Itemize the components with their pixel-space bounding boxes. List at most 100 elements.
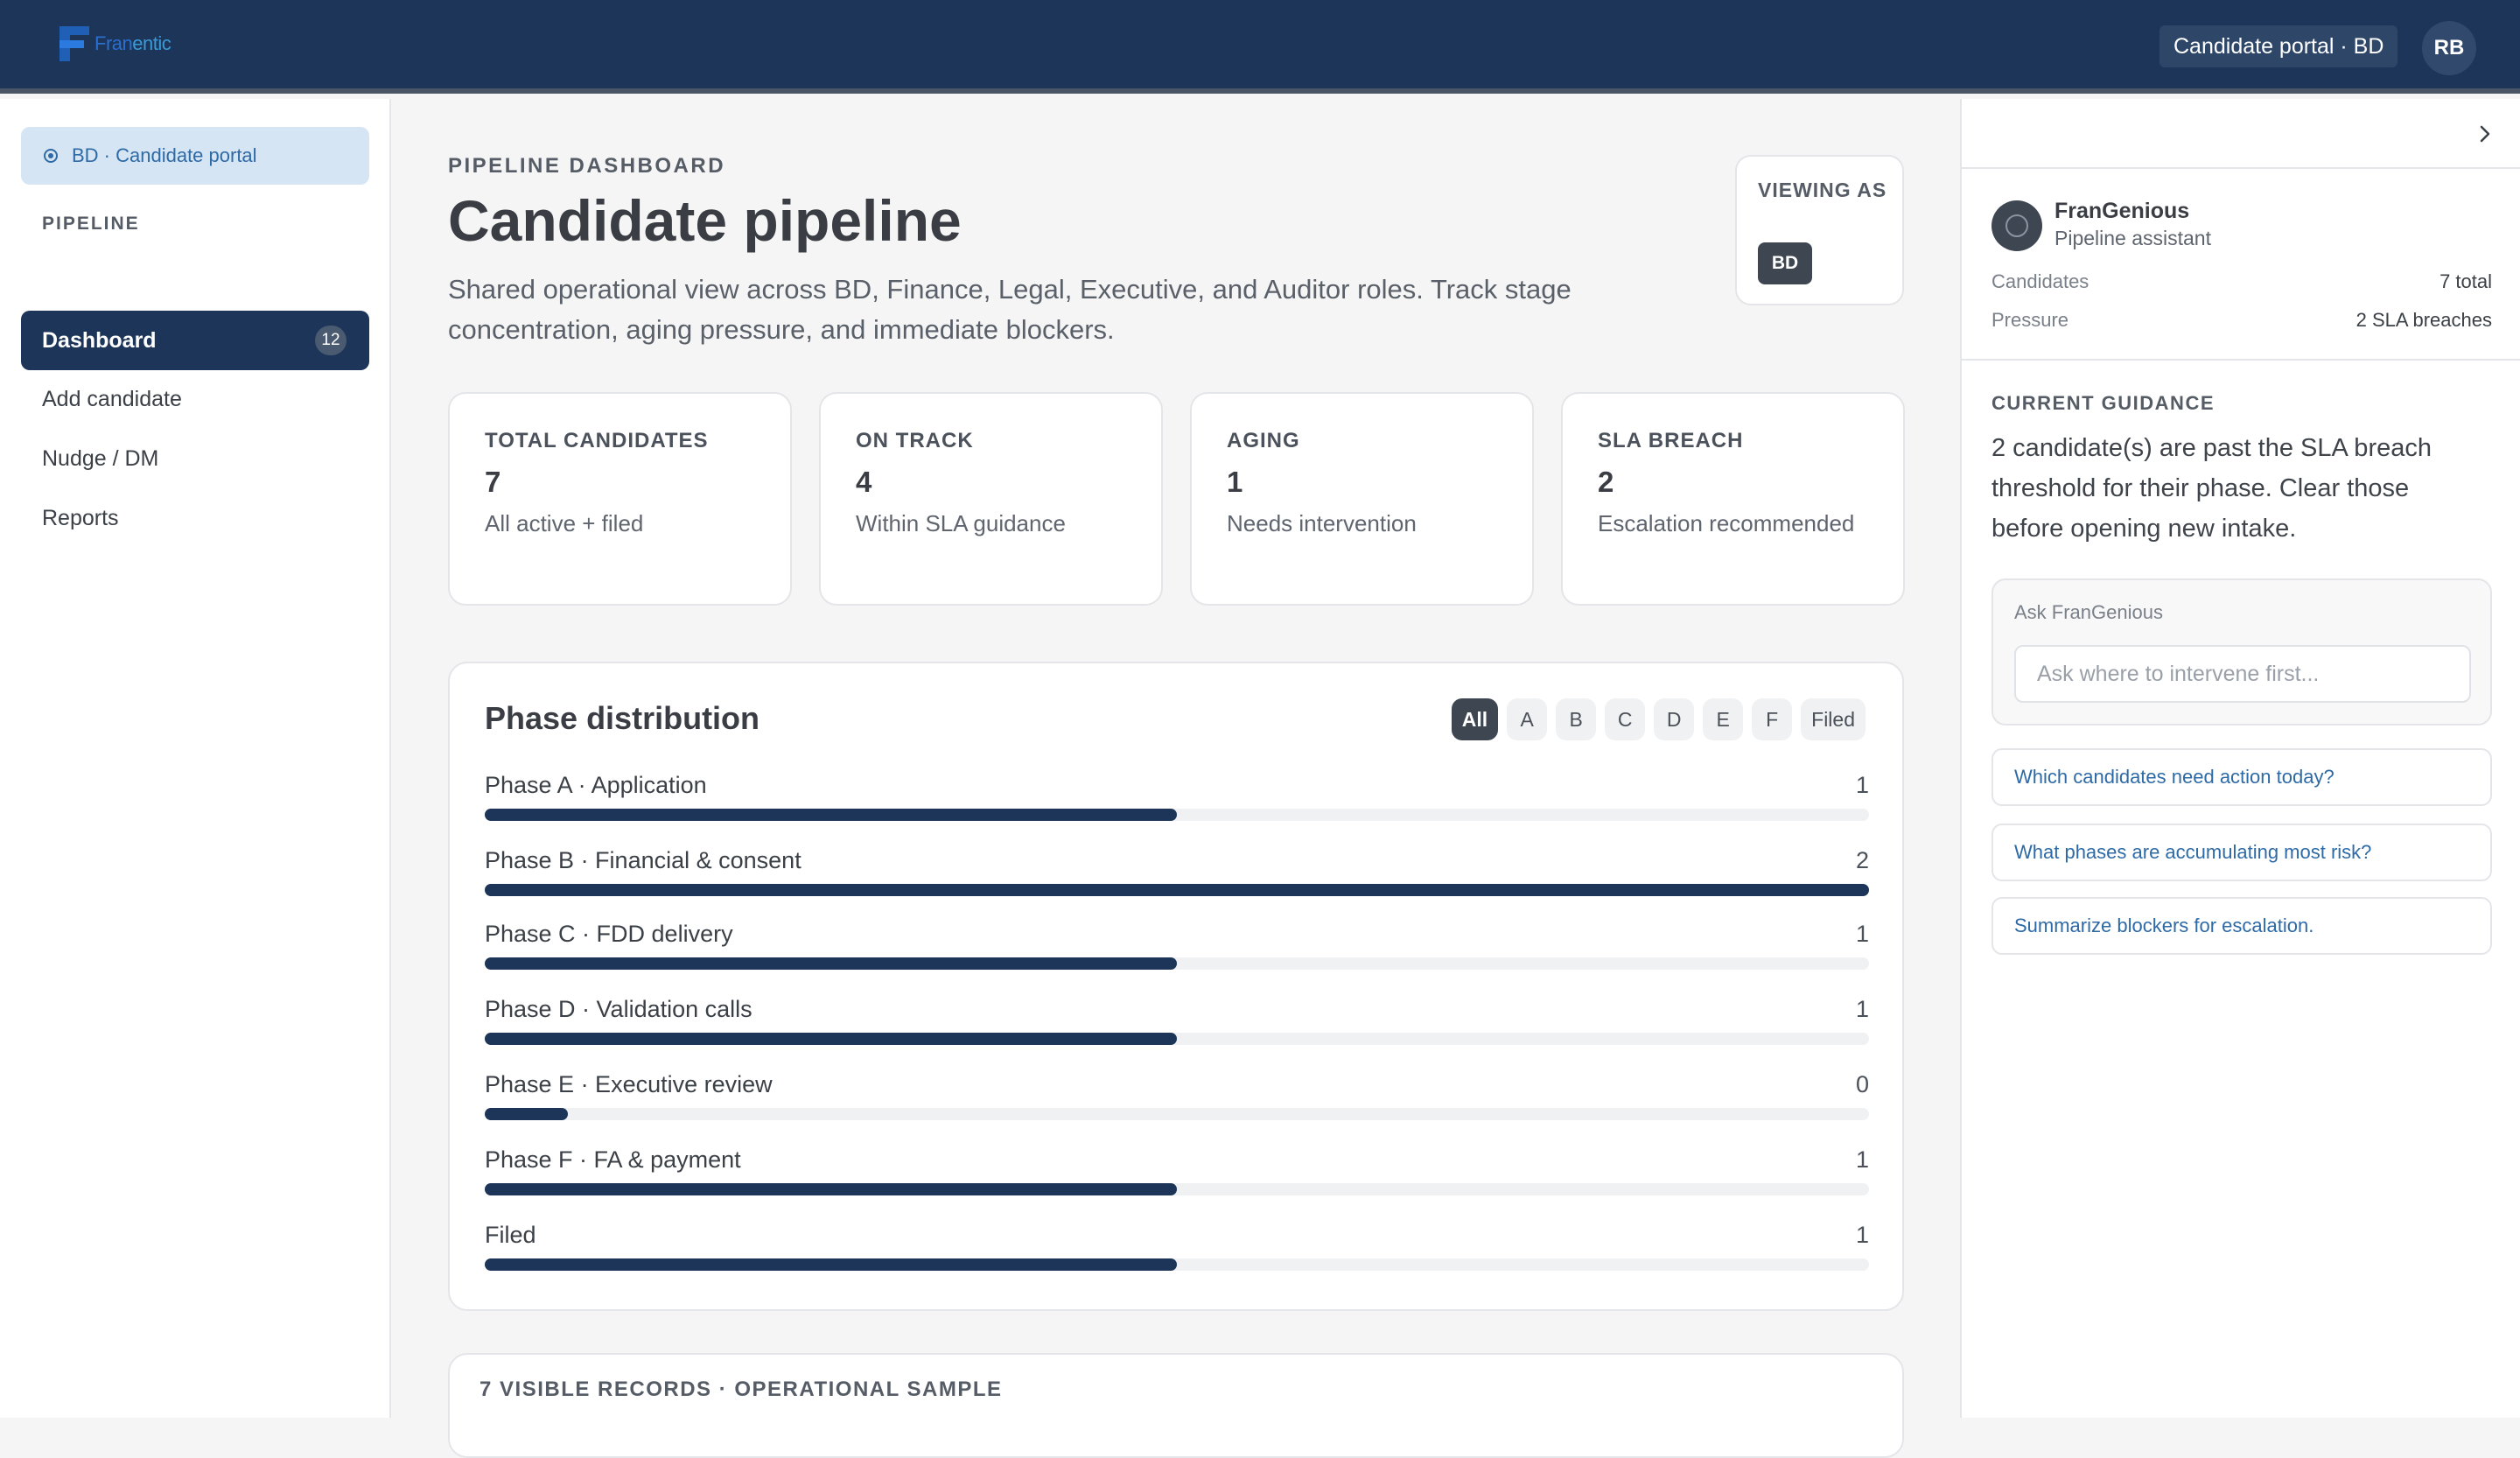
phase-count: 1 — [1855, 772, 1869, 798]
summary-key: Candidates — [1992, 270, 2090, 292]
stat-card-on-track: ON TRACK 4 Within SLA guidance — [819, 392, 1163, 606]
phase-row-c: Phase C · FDD delivery 1 — [485, 921, 1869, 973]
phase-bar-fill — [485, 884, 1869, 896]
guidance-label: CURRENT GUIDANCE — [1992, 392, 2215, 414]
portal-pill[interactable]: BD · Candidate portal — [21, 127, 369, 185]
stat-value: 2 — [1598, 466, 1614, 498]
assistant-name: FranGenious — [2054, 199, 2190, 223]
page-title: Candidate pipeline — [448, 188, 962, 253]
phase-name: Phase B · Financial & consent — [485, 847, 802, 873]
phase-bar-fill — [485, 809, 1177, 821]
suggestion-button[interactable]: Which candidates need action today? — [1992, 748, 2492, 806]
sidebar-item-nudge-dm[interactable]: Nudge / DM — [21, 429, 369, 488]
portal-switcher[interactable]: Candidate portal · BD — [2160, 25, 2398, 67]
guidance-text: 2 candidate(s) are past the SLA breach t… — [1992, 434, 2432, 543]
sidebar-item-label: Dashboard — [42, 328, 157, 353]
phase-distribution-card: Phase distribution All A B C D E F Filed… — [448, 662, 1904, 1311]
sidebar-item-dashboard[interactable]: Dashboard 12 — [21, 311, 369, 370]
ask-box: Ask FranGenious — [1992, 578, 2492, 725]
sidebar-item-label: Reports — [42, 506, 119, 530]
phase-row-filed: Filed 1 — [485, 1222, 1869, 1274]
stat-card-aging: AGING 1 Needs intervention — [1190, 392, 1534, 606]
phase-name: Phase A · Application — [485, 772, 707, 798]
brand-logo[interactable]: Franentic — [60, 26, 172, 61]
sidebar-item-add-candidate[interactable]: Add candidate — [21, 369, 369, 429]
summary-value: 7 total — [2440, 270, 2492, 292]
phase-row-b: Phase B · Financial & consent 2 — [485, 847, 1869, 900]
phase-bar-track — [485, 884, 1869, 896]
phase-bar-track — [485, 957, 1869, 970]
records-card: 7 VISIBLE RECORDS · OPERATIONAL SAMPLE — [448, 1353, 1904, 1458]
stat-card-total: TOTAL CANDIDATES 7 All active + filed — [448, 392, 792, 606]
filter-chip-b[interactable]: B — [1556, 698, 1597, 740]
assistant-avatar-icon — [1992, 200, 2042, 251]
phase-count: 1 — [1855, 1222, 1869, 1248]
stat-subtext: Needs intervention — [1227, 510, 1417, 536]
assistant-role: Pipeline assistant — [2054, 227, 2211, 249]
ask-input[interactable] — [2014, 645, 2471, 703]
stat-value: 1 — [1227, 466, 1243, 498]
viewing-as-label: VIEWING AS — [1758, 179, 1887, 201]
records-label: 7 VISIBLE RECORDS · OPERATIONAL SAMPLE — [480, 1377, 1003, 1401]
suggestion-button[interactable]: What phases are accumulating most risk? — [1992, 824, 2492, 881]
phase-count: 2 — [1855, 847, 1869, 873]
assistant-panel: FranGenious Pipeline assistant Candidate… — [1960, 99, 2520, 1418]
sidebar-item-label: Nudge / DM — [42, 446, 159, 471]
stat-label: AGING — [1227, 429, 1300, 452]
phase-name: Phase F · FA & payment — [485, 1146, 741, 1173]
viewing-as-card: VIEWING AS BD — [1735, 155, 1904, 305]
phase-bar-track — [485, 1258, 1869, 1271]
count-badge: 12 — [315, 326, 346, 355]
filter-chip-f[interactable]: F — [1752, 698, 1793, 740]
stat-card-sla-breach: SLA BREACH 2 Escalation recommended — [1561, 392, 1905, 606]
page-description: Shared operational view across BD, Finan… — [448, 274, 1572, 345]
phase-count: 0 — [1855, 1071, 1869, 1097]
stat-label: TOTAL CANDIDATES — [485, 429, 709, 452]
filter-chip-c[interactable]: C — [1605, 698, 1646, 740]
sidebar-item-label: Add candidate — [42, 387, 182, 411]
filter-chip-e[interactable]: E — [1703, 698, 1744, 740]
phase-name: Filed — [485, 1222, 536, 1248]
sidebar: BD · Candidate portal PIPELINE Dashboard… — [0, 99, 391, 1418]
top-bar: Franentic Candidate portal · BD RB — [0, 0, 2520, 94]
filter-chip-a[interactable]: A — [1507, 698, 1548, 740]
stat-subtext: Escalation recommended — [1598, 510, 1855, 536]
page-eyebrow: PIPELINE DASHBOARD — [448, 154, 726, 178]
stat-subtext: Within SLA guidance — [856, 510, 1066, 536]
brand-wordmark: Franentic — [94, 32, 172, 54]
phase-bar-fill — [485, 1108, 568, 1120]
phase-filter-group: All A B C D E F Filed — [1451, 698, 1866, 740]
phase-count: 1 — [1855, 996, 1869, 1022]
stat-label: ON TRACK — [856, 429, 974, 452]
role-badge[interactable]: BD — [1758, 242, 1812, 284]
stat-value: 4 — [856, 466, 872, 498]
stat-label: SLA BREACH — [1598, 429, 1744, 452]
phase-row-a: Phase A · Application 1 — [485, 772, 1869, 824]
phase-bar-track — [485, 1033, 1869, 1045]
user-avatar[interactable]: RB — [2422, 21, 2476, 75]
phase-name: Phase D · Validation calls — [485, 996, 752, 1022]
chevron-right-icon[interactable] — [2473, 122, 2497, 146]
filter-chip-d[interactable]: D — [1654, 698, 1695, 740]
phase-bar-fill — [485, 1033, 1177, 1045]
filter-chip-all[interactable]: All — [1451, 698, 1499, 740]
sidebar-item-reports[interactable]: Reports — [21, 488, 369, 548]
summary-value: 2 SLA breaches — [2356, 309, 2492, 331]
phase-row-e: Phase E · Executive review 0 — [485, 1071, 1869, 1124]
phase-bar-track — [485, 809, 1869, 821]
filter-chip-filed[interactable]: Filed — [1801, 698, 1866, 740]
portal-pill-label: BD · Candidate portal — [72, 144, 257, 166]
phase-row-d: Phase D · Validation calls 1 — [485, 996, 1869, 1048]
phase-bar-fill — [485, 1258, 1177, 1271]
phase-bar-fill — [485, 957, 1177, 970]
assistant-panel-header — [1962, 99, 2520, 169]
divider — [1962, 359, 2520, 361]
phase-name: Phase C · FDD delivery — [485, 921, 733, 947]
logo-mark-icon — [60, 26, 91, 61]
suggestion-button[interactable]: Summarize blockers for escalation. — [1992, 897, 2492, 955]
phase-bar-track — [485, 1183, 1869, 1195]
phase-bar-track — [485, 1108, 1869, 1120]
summary-key: Pressure — [1992, 309, 2069, 331]
phase-name: Phase E · Executive review — [485, 1071, 773, 1097]
phase-distribution-title: Phase distribution — [485, 700, 760, 736]
